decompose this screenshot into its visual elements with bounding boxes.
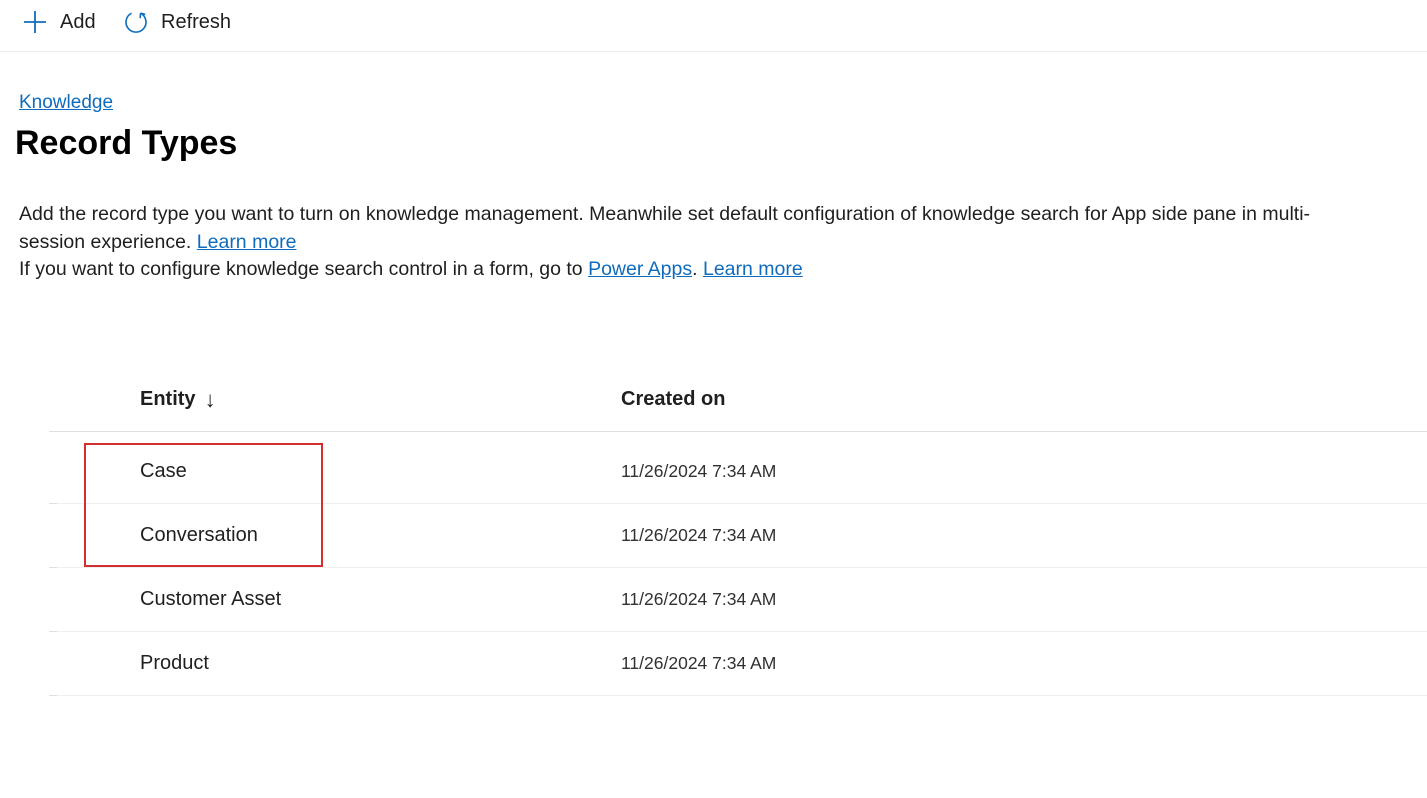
description-line-3-text: If you want to configure knowledge searc…: [19, 258, 589, 280]
column-header-entity-label: Entity: [140, 388, 196, 410]
page-title: Record Types: [15, 124, 238, 162]
row-created-on: 11/26/2024 7:34 AM: [621, 460, 777, 481]
grid-header: Entity ↓ Created on: [49, 368, 1427, 432]
row-entity: Product: [140, 651, 209, 674]
description-line-3-separator: .: [692, 258, 703, 280]
column-header-created-on[interactable]: Created on: [621, 368, 725, 431]
plus-icon: [22, 9, 48, 35]
column-header-entity[interactable]: Entity ↓: [140, 368, 216, 431]
description-line-3: If you want to configure knowledge searc…: [19, 256, 1427, 284]
row-created-on: 11/26/2024 7:34 AM: [621, 524, 777, 545]
record-types-page: Add Refresh Knowledge Record Types Add t…: [0, 0, 1427, 798]
table-row[interactable]: Customer Asset 11/26/2024 7:34 AM: [49, 567, 1427, 632]
column-header-created-on-label: Created on: [621, 388, 726, 410]
arrow-down-icon: ↓: [204, 386, 216, 412]
breadcrumb-knowledge-link[interactable]: Knowledge: [19, 92, 113, 114]
description-line-2: session experience. Learn more: [19, 229, 1427, 257]
description-line-2-text: session experience.: [19, 230, 197, 253]
table-row[interactable]: Case 11/26/2024 7:34 AM: [49, 439, 1427, 504]
description-line-1: Add the record type you want to turn on …: [19, 203, 1311, 225]
learn-more-link-2[interactable]: Learn more: [703, 258, 803, 280]
row-divider: [49, 439, 57, 504]
refresh-button-label: Refresh: [161, 10, 232, 33]
row-created-on: 11/26/2024 7:34 AM: [621, 652, 777, 673]
learn-more-link-1[interactable]: Learn more: [197, 231, 297, 253]
table-row[interactable]: Product 11/26/2024 7:34 AM: [49, 631, 1427, 696]
refresh-button[interactable]: Refresh: [123, 2, 231, 42]
row-divider: [49, 567, 57, 632]
power-apps-link[interactable]: Power Apps: [588, 258, 692, 280]
row-divider: [49, 631, 57, 696]
table-row[interactable]: Conversation 11/26/2024 7:34 AM: [49, 503, 1427, 568]
add-button[interactable]: Add: [22, 2, 96, 42]
row-entity: Conversation: [140, 523, 258, 546]
page-description: Add the record type you want to turn on …: [19, 201, 1427, 284]
add-button-label: Add: [60, 10, 96, 33]
refresh-icon: [123, 9, 149, 35]
row-entity: Customer Asset: [140, 587, 282, 610]
row-entity: Case: [140, 459, 187, 482]
row-created-on: 11/26/2024 7:34 AM: [621, 588, 777, 609]
command-bar: Add Refresh: [0, 0, 1427, 52]
row-divider: [49, 503, 57, 568]
